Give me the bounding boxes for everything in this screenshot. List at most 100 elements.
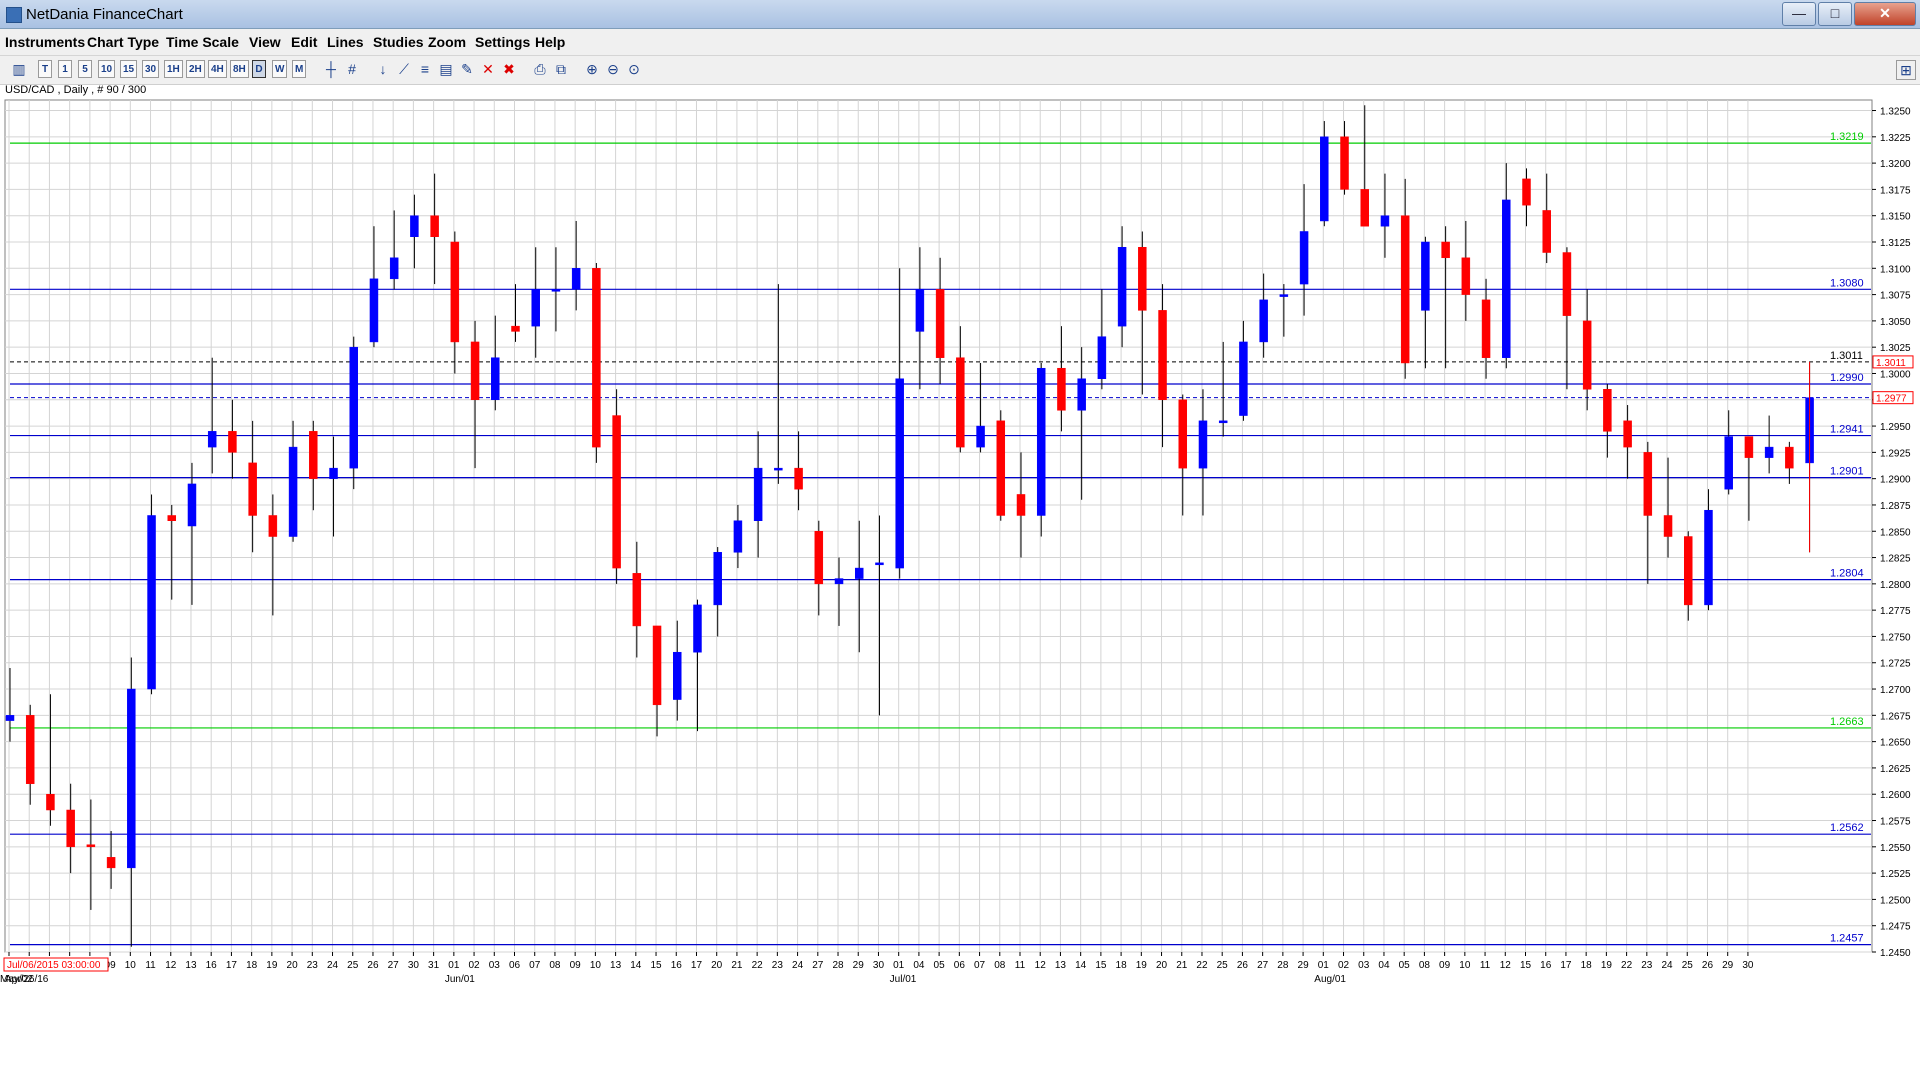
candle-body[interactable] <box>369 278 379 343</box>
zoom-out-icon[interactable]: ⊖ <box>604 60 622 78</box>
candle-body[interactable] <box>571 268 581 290</box>
timeframe-1h-button[interactable]: 1H <box>164 60 183 78</box>
candle-body[interactable] <box>1279 294 1289 297</box>
minimize-button[interactable]: — <box>1782 2 1816 26</box>
candle-body[interactable] <box>774 467 783 471</box>
candle-body[interactable] <box>1158 310 1167 401</box>
menu-lines[interactable]: Lines <box>327 34 364 50</box>
candle-body[interactable] <box>410 215 419 237</box>
candle-body[interactable] <box>1744 436 1754 458</box>
trend-line-icon[interactable]: ⟋ <box>395 60 413 78</box>
candle-body[interactable] <box>1036 367 1046 516</box>
candle-body[interactable] <box>1097 336 1107 379</box>
crosshair-icon[interactable]: ┼ <box>322 60 340 78</box>
menu-instruments[interactable]: Instruments <box>5 34 85 50</box>
candle-body[interactable] <box>1663 515 1673 537</box>
candle-body[interactable] <box>1522 178 1531 206</box>
candle-body[interactable] <box>1643 452 1653 516</box>
candle-body[interactable] <box>1198 420 1208 469</box>
pencil-icon[interactable]: ✎ <box>458 60 476 78</box>
candle-body[interactable] <box>753 467 763 521</box>
candle-body[interactable] <box>46 793 55 811</box>
menu-studies[interactable]: Studies <box>373 34 424 50</box>
print-preview-icon[interactable]: ⧉ <box>552 60 570 78</box>
candle-body[interactable] <box>976 425 985 448</box>
candle-body[interactable] <box>1461 257 1471 295</box>
candle-body[interactable] <box>956 357 965 448</box>
candle-body[interactable] <box>794 467 803 490</box>
timeframe-4h-button[interactable]: 4H <box>208 60 227 78</box>
candle-body[interactable] <box>1380 215 1390 227</box>
candle-body[interactable] <box>1481 299 1491 358</box>
timeframe-15-button[interactable]: 15 <box>120 60 138 78</box>
menu-zoom[interactable]: Zoom <box>428 34 466 50</box>
candle-body[interactable] <box>1785 446 1794 469</box>
panel-toggle-icon[interactable]: ⊞ <box>1896 60 1916 80</box>
candle-body[interactable] <box>1542 210 1551 253</box>
fibonacci-icon[interactable]: ≡ <box>416 60 434 78</box>
candle-body[interactable] <box>875 562 884 566</box>
candle-body[interactable] <box>127 688 136 869</box>
candle-body[interactable] <box>551 289 561 292</box>
candle-body[interactable] <box>1360 189 1369 227</box>
zoom-in-icon[interactable]: ⊕ <box>583 60 601 78</box>
candle-body[interactable] <box>895 378 904 569</box>
menu-chart-type[interactable]: Chart Type <box>87 34 159 50</box>
candle-body[interactable] <box>66 809 75 848</box>
candle-body[interactable] <box>248 462 257 516</box>
chart-type-icon[interactable]: ▥ <box>10 60 28 78</box>
candle-body[interactable] <box>1684 536 1693 606</box>
candle-body[interactable] <box>1178 399 1188 469</box>
timeframe-5-button[interactable]: 5 <box>78 60 92 78</box>
candle-body[interactable] <box>1299 231 1309 285</box>
candle-body[interactable] <box>632 573 642 627</box>
timeframe-m-button[interactable]: M <box>292 60 307 78</box>
candle-body[interactable] <box>915 289 925 332</box>
menu-time-scale[interactable]: Time Scale <box>166 34 239 50</box>
candle-body[interactable] <box>592 268 601 448</box>
candle-body[interactable] <box>268 515 278 537</box>
candle-body[interactable] <box>1138 247 1147 311</box>
candle-body[interactable] <box>1421 241 1430 311</box>
candle-body[interactable] <box>996 420 1006 516</box>
candle-body[interactable] <box>1603 389 1612 432</box>
menu-settings[interactable]: Settings <box>475 34 530 50</box>
candle-body[interactable] <box>1239 341 1248 416</box>
timeframe-1-button[interactable]: 1 <box>58 60 72 78</box>
candle-body[interactable] <box>713 552 722 606</box>
candle-body[interactable] <box>1057 367 1066 411</box>
candle-body[interactable] <box>673 651 682 700</box>
timeframe-30-button[interactable]: 30 <box>142 60 160 78</box>
candle-body[interactable] <box>652 625 662 706</box>
candle-body[interactable] <box>1400 215 1410 364</box>
candle-body[interactable] <box>207 431 217 448</box>
candle-body[interactable] <box>814 531 824 585</box>
candle-body[interactable] <box>491 357 500 401</box>
timeframe-8h-button[interactable]: 8H <box>230 60 249 78</box>
timeframe-t-button[interactable]: T <box>38 60 52 78</box>
grid-icon[interactable]: # <box>343 60 361 78</box>
candle-body[interactable] <box>612 415 621 569</box>
menu-help[interactable]: Help <box>535 34 565 50</box>
menu-view[interactable]: View <box>249 34 281 50</box>
candle-body[interactable] <box>531 289 540 327</box>
candle-body[interactable] <box>1764 446 1774 458</box>
channel-icon[interactable]: ▤ <box>437 60 455 78</box>
candle-body[interactable] <box>147 515 156 690</box>
candle-body[interactable] <box>511 325 520 332</box>
candle-body[interactable] <box>1441 241 1450 259</box>
candle-body[interactable] <box>349 346 358 469</box>
delete-icon[interactable]: ✕ <box>479 60 497 78</box>
candle-body[interactable] <box>309 431 318 479</box>
candle-body[interactable] <box>854 567 864 579</box>
candle-body[interactable] <box>1724 436 1733 490</box>
draw-line-icon[interactable]: ↓ <box>374 60 392 78</box>
candle-body[interactable] <box>733 520 743 553</box>
delete-all-icon[interactable]: ✖ <box>500 60 518 78</box>
candle-body[interactable] <box>1218 420 1228 424</box>
candle-body[interactable] <box>1340 136 1349 190</box>
candle-body[interactable] <box>1623 420 1632 448</box>
candle-body[interactable] <box>25 715 35 784</box>
candle-body[interactable] <box>1320 136 1329 222</box>
candle-body[interactable] <box>1562 252 1572 316</box>
